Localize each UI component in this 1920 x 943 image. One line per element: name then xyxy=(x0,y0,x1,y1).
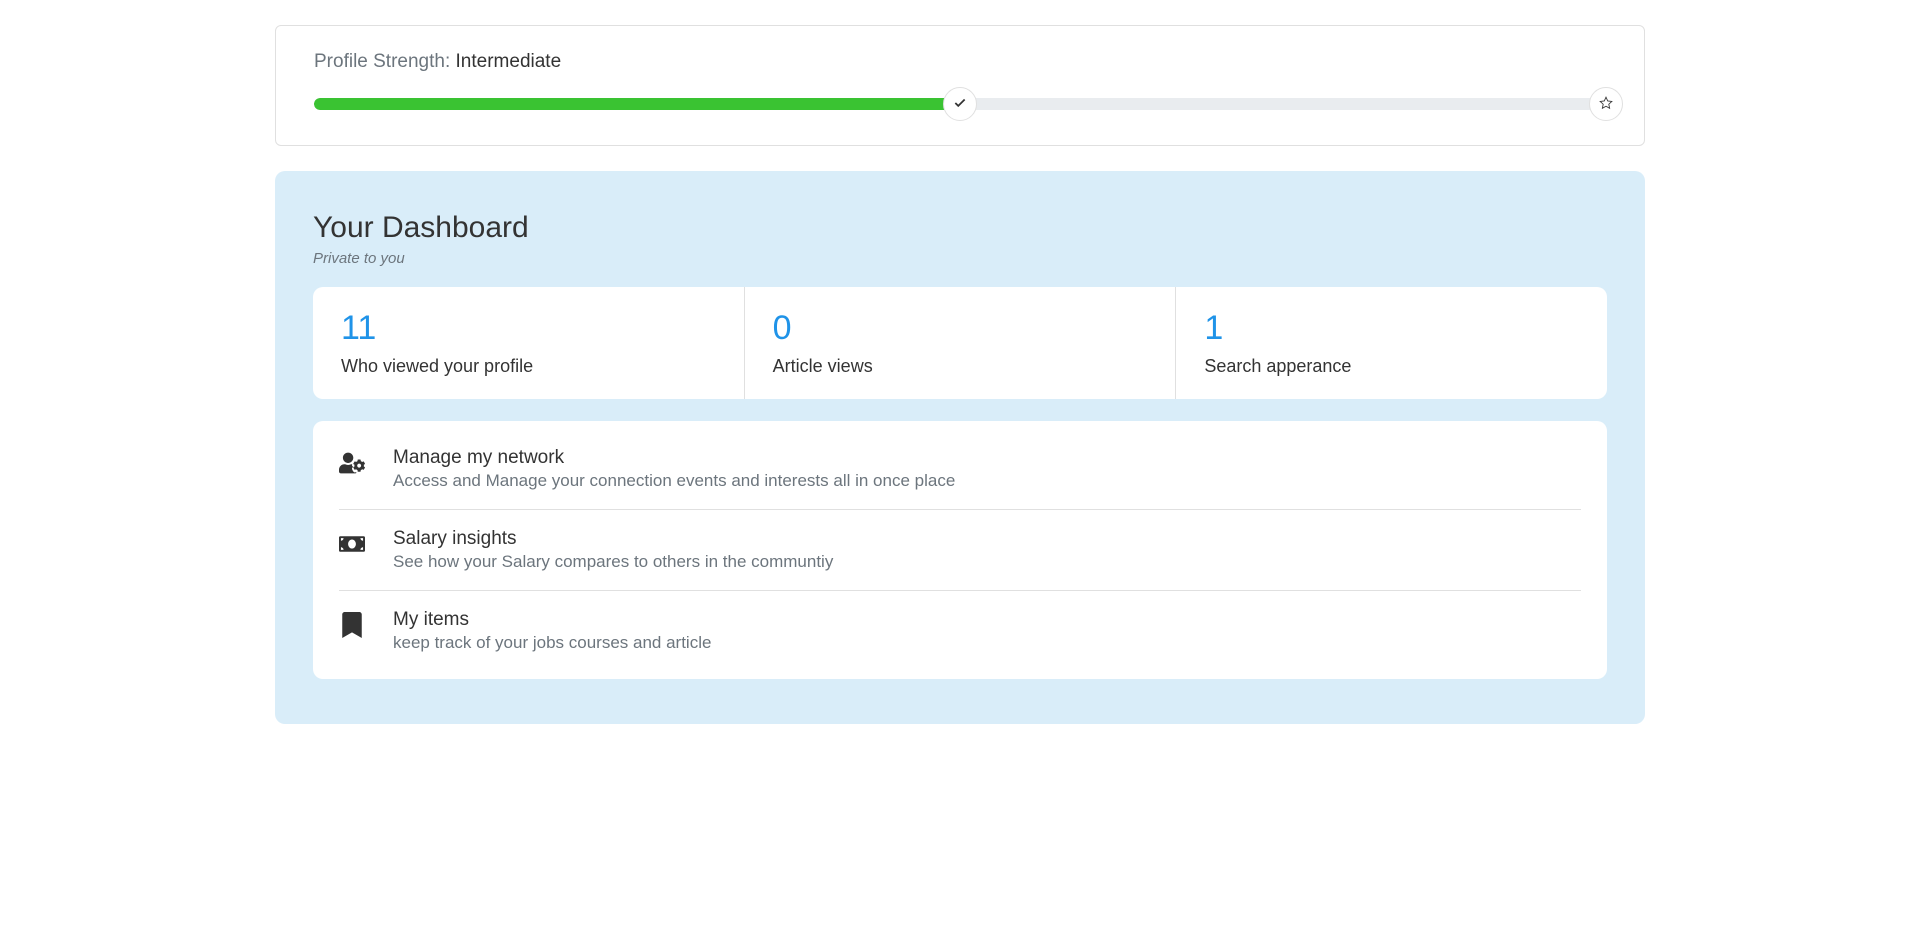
item-desc: See how your Salary compares to others i… xyxy=(393,552,1581,572)
profile-strength-progress xyxy=(314,98,1606,110)
item-title: Salary insights xyxy=(393,528,1581,550)
stat-label: Who viewed your profile xyxy=(341,356,716,377)
item-title: Manage my network xyxy=(393,447,1581,469)
profile-strength-title: Profile Strength: Intermediate xyxy=(314,51,1606,73)
dashboard-card: Your Dashboard Private to you 11 Who vie… xyxy=(275,171,1645,724)
bookmark-icon xyxy=(339,612,367,643)
item-content: My items keep track of your jobs courses… xyxy=(393,609,1581,653)
stat-profile-views[interactable]: 11 Who viewed your profile xyxy=(313,287,745,399)
item-content: Salary insights See how your Salary comp… xyxy=(393,528,1581,572)
stats-row: 11 Who viewed your profile 0 Article vie… xyxy=(313,287,1607,399)
profile-strength-value: Intermediate xyxy=(456,51,562,72)
progress-marker-check xyxy=(943,87,977,121)
item-desc: keep track of your jobs courses and arti… xyxy=(393,633,1581,653)
progress-marker-star xyxy=(1589,87,1623,121)
stat-value: 0 xyxy=(773,309,1148,348)
stat-article-views[interactable]: 0 Article views xyxy=(745,287,1177,399)
stat-value: 1 xyxy=(1204,309,1579,348)
star-icon xyxy=(1599,96,1613,113)
item-title: My items xyxy=(393,609,1581,631)
item-my-items[interactable]: My items keep track of your jobs courses… xyxy=(339,591,1581,671)
stat-search-appearance[interactable]: 1 Search apperance xyxy=(1176,287,1607,399)
dashboard-subtitle: Private to you xyxy=(313,250,1607,267)
check-icon xyxy=(953,96,967,113)
users-cog-icon xyxy=(339,450,367,481)
item-salary-insights[interactable]: Salary insights See how your Salary comp… xyxy=(339,510,1581,591)
item-content: Manage my network Access and Manage your… xyxy=(393,447,1581,491)
profile-strength-label: Profile Strength: xyxy=(314,51,456,72)
progress-fill xyxy=(314,98,960,110)
item-desc: Access and Manage your connection events… xyxy=(393,471,1581,491)
stat-label: Article views xyxy=(773,356,1148,377)
stat-value: 11 xyxy=(341,309,716,348)
stat-label: Search apperance xyxy=(1204,356,1579,377)
profile-strength-card: Profile Strength: Intermediate xyxy=(275,25,1645,146)
dashboard-title: Your Dashboard xyxy=(313,211,1607,245)
money-bill-icon xyxy=(339,531,367,562)
item-manage-network[interactable]: Manage my network Access and Manage your… xyxy=(339,429,1581,510)
items-card: Manage my network Access and Manage your… xyxy=(313,421,1607,679)
